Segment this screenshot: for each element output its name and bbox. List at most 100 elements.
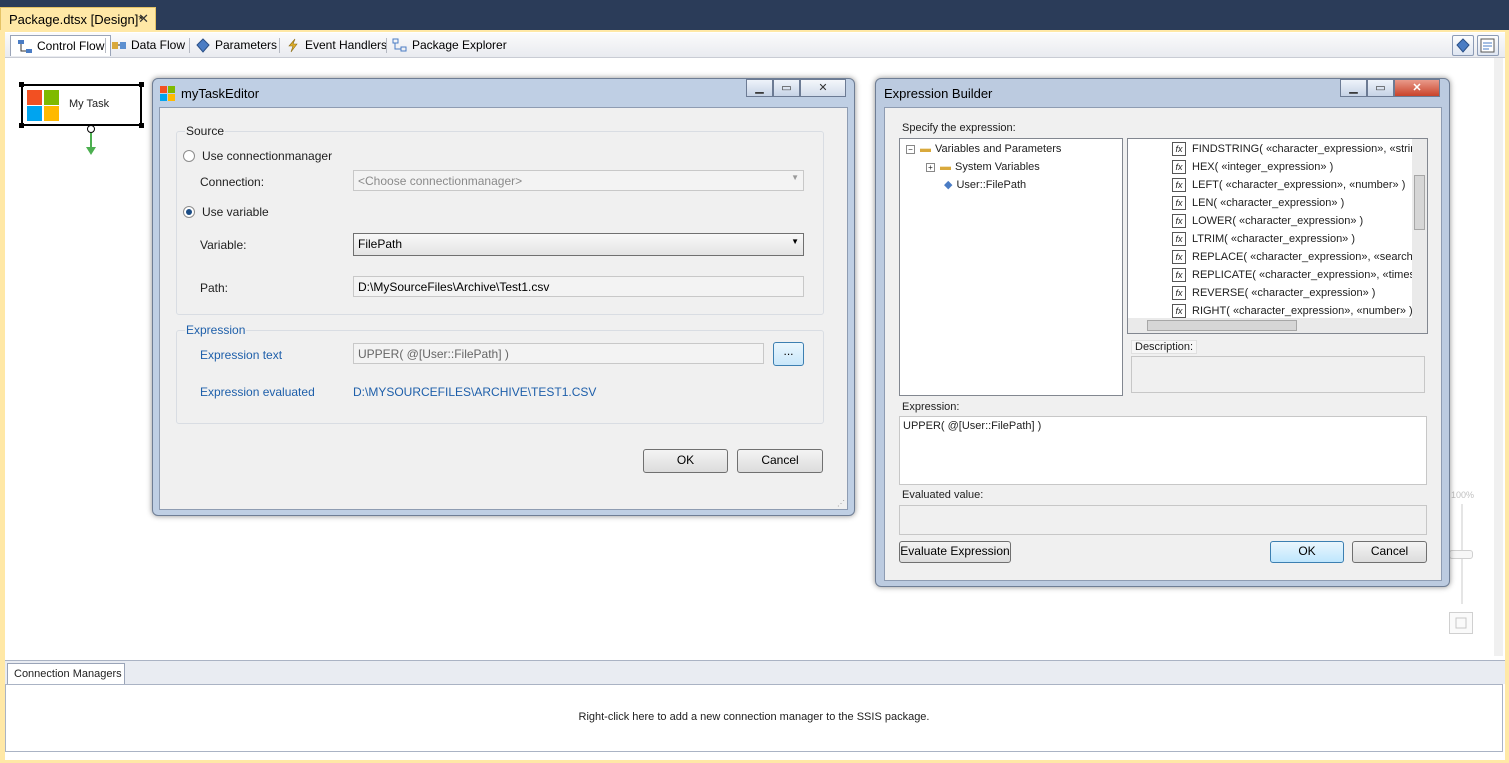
ok-button[interactable]: OK [643, 449, 728, 473]
task-icon [27, 90, 59, 121]
functions-list[interactable]: fx FINDSTRING( «character_expression», «s… [1127, 138, 1428, 334]
expression-text-field[interactable]: UPPER( @[User::FilePath] ) [353, 343, 764, 364]
function-icon: fx [1172, 250, 1186, 265]
function-label: LEFT( «character_expression», «number» ) [1192, 179, 1406, 191]
data-flow-icon [112, 42, 126, 49]
folder-icon: ▬ [940, 161, 951, 173]
function-item[interactable]: fx REPLICATE( «character_expression», «ti… [1172, 266, 1421, 284]
package-explorer-icon [392, 38, 407, 52]
minimize-button[interactable]: ▁ [1340, 79, 1367, 97]
zoom-control[interactable]: 100% [1449, 490, 1475, 640]
use-connectionmanager-radio[interactable] [183, 150, 195, 162]
expression-browse-button[interactable]: ... [773, 342, 804, 366]
tree-label: Variables and Parameters [935, 143, 1062, 155]
resize-handle[interactable] [139, 82, 144, 87]
tab-event-handlers[interactable]: Event Handlers [279, 35, 393, 56]
maximize-button[interactable]: ▭ [1367, 79, 1394, 97]
tab-label: Connection Managers [14, 668, 122, 680]
variables-tree[interactable]: − ▬ Variables and Parameters + ▬ System Vari… [899, 138, 1123, 396]
expression-evaluated-label: Expression evaluated [200, 385, 315, 399]
parameters-toolbar-button[interactable] [1452, 35, 1474, 56]
function-icon: fx [1172, 268, 1186, 283]
properties-icon [1480, 38, 1495, 53]
function-icon: fx [1172, 196, 1186, 211]
close-button[interactable]: ✕ [1394, 79, 1440, 97]
function-item[interactable]: fx REVERSE( «character_expression» ) [1172, 284, 1375, 302]
resize-handle[interactable] [19, 123, 24, 128]
resize-handle[interactable] [139, 123, 144, 128]
folder-icon: ▬ [920, 143, 931, 155]
function-item[interactable]: fx LEFT( «character_expression», «number»… [1172, 176, 1405, 194]
function-icon: fx [1172, 160, 1186, 175]
tab-control-flow[interactable]: Control Flow [10, 35, 112, 56]
window-controls: ▁ ▭ ✕ [1340, 79, 1440, 98]
maximize-button[interactable]: ▭ [773, 79, 800, 97]
canvas-vertical-scrollbar[interactable] [1494, 58, 1503, 656]
event-handlers-icon [288, 38, 298, 53]
connection-label: Connection: [200, 175, 265, 189]
ok-button[interactable]: OK [1270, 541, 1344, 563]
function-label: REPLICATE( «character_expression», «time… [1192, 269, 1422, 281]
fit-window-icon [1455, 617, 1467, 629]
expression-textarea[interactable]: UPPER( @[User::FilePath] ) [899, 416, 1427, 485]
task-label: My Task [69, 98, 110, 110]
task-editor-body: Source Use connectionmanager Connection:… [159, 107, 848, 510]
minimize-button[interactable]: ▁ [746, 79, 773, 97]
tree-item-system-variables[interactable]: + ▬ System Variables [926, 158, 1040, 176]
fit-to-window-button[interactable] [1449, 612, 1473, 634]
parameters-icon [1456, 38, 1470, 53]
description-box [1131, 356, 1425, 393]
function-item[interactable]: fx REPLACE( «character_expression», «sear… [1172, 248, 1419, 266]
function-item[interactable]: fx LOWER( «character_expression» ) [1172, 212, 1363, 230]
cancel-button[interactable]: Cancel [1352, 541, 1427, 563]
connection-placeholder: <Choose connectionmanager> [358, 174, 523, 188]
function-item[interactable]: fx FINDSTRING( «character_expression», «s… [1172, 140, 1422, 158]
function-icon: fx [1172, 214, 1186, 229]
chevron-down-icon: ▼ [791, 173, 799, 182]
tree-item-user-filepath[interactable]: ◆ User::FilePath [944, 176, 1026, 194]
evaluated-value-box [899, 505, 1427, 535]
zoom-slider-thumb[interactable] [1449, 550, 1473, 559]
function-item[interactable]: fx LEN( «character_expression» ) [1172, 194, 1344, 212]
tab-parameters[interactable]: Parameters [189, 35, 283, 56]
function-label: HEX( «integer_expression» ) [1192, 161, 1334, 173]
task-node[interactable]: My Task [19, 82, 144, 128]
function-item[interactable]: fx HEX( «integer_expression» ) [1172, 158, 1333, 176]
scroll-thumb[interactable] [1414, 175, 1425, 230]
precedence-connector-arrow[interactable] [84, 124, 98, 158]
close-tab-icon[interactable]: ✕ [138, 11, 149, 27]
tab-label: Parameters [215, 38, 278, 52]
expand-icon[interactable]: + [926, 163, 935, 172]
resize-grip-icon[interactable]: ⋰ [837, 499, 845, 508]
document-tab[interactable]: Package.dtsx [Design]* ✕ [0, 7, 156, 30]
tab-label: Control Flow [37, 39, 105, 53]
tab-package-explorer[interactable]: Package Explorer [386, 35, 513, 56]
tab-connection-managers[interactable]: Connection Managers [7, 663, 125, 685]
task-editor-icon [160, 86, 175, 101]
expression-group-label: Expression [185, 323, 247, 337]
function-label: LEN( «character_expression» ) [1192, 197, 1345, 209]
chevron-down-icon: ▼ [791, 237, 799, 246]
cancel-button[interactable]: Cancel [737, 449, 823, 473]
path-field[interactable]: D:\MySourceFiles\Archive\Test1.csv [353, 276, 804, 297]
scroll-thumb[interactable] [1147, 320, 1297, 331]
collapse-icon[interactable]: − [906, 145, 915, 154]
connection-managers-tab-bar [5, 660, 1505, 684]
evaluate-expression-button[interactable]: Evaluate Expression [899, 541, 1011, 563]
tab-data-flow[interactable]: Data Flow [105, 35, 191, 56]
function-item[interactable]: fx LTRIM( «character_expression» ) [1172, 230, 1355, 248]
variable-dropdown[interactable]: FilePath ▼ [353, 233, 804, 256]
functions-vertical-scrollbar[interactable] [1412, 139, 1427, 319]
connection-dropdown[interactable]: <Choose connectionmanager> ▼ [353, 170, 804, 191]
designer-tab-bar: Control Flow Data Flow Parameters Event … [5, 33, 1505, 58]
use-connectionmanager-label: Use connectionmanager [202, 149, 333, 163]
specify-expression-label: Specify the expression: [902, 122, 1016, 134]
use-variable-radio[interactable] [183, 206, 195, 218]
functions-horizontal-scrollbar[interactable] [1128, 318, 1427, 333]
function-label: LTRIM( «character_expression» ) [1192, 233, 1356, 245]
resize-handle[interactable] [19, 82, 24, 87]
task-editor-dialog: myTaskEditor ▁ ▭ ✕ Source Use connection… [152, 78, 855, 516]
properties-toolbar-button[interactable] [1477, 35, 1499, 56]
tree-item-variables-and-parameters[interactable]: − ▬ Variables and Parameters [906, 140, 1061, 158]
close-button[interactable]: ✕ [800, 79, 846, 97]
